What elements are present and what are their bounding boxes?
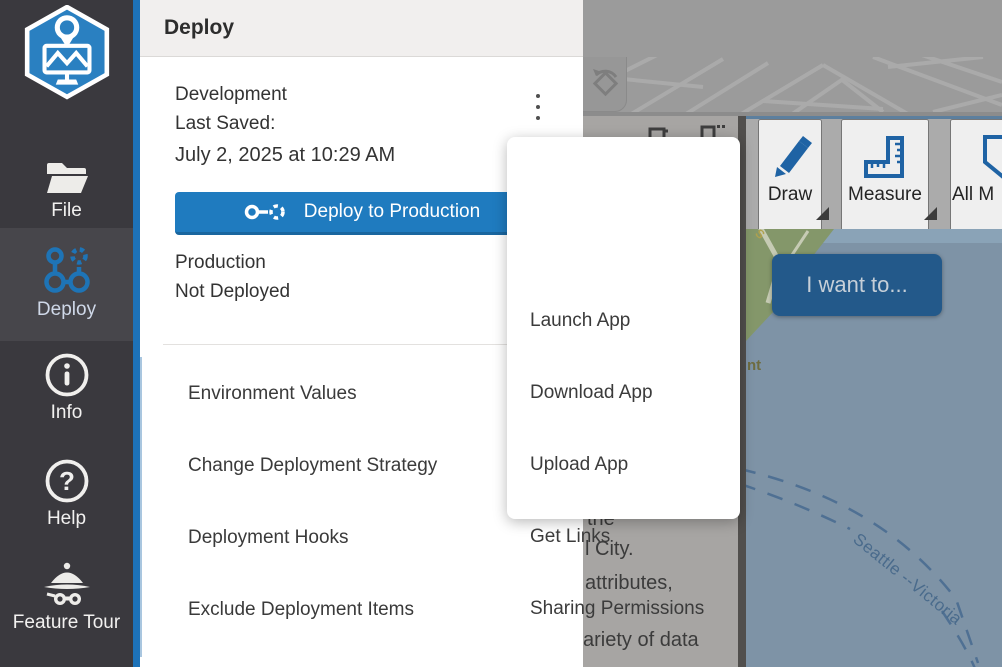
dialog-text-fragment: ariety of data [583,629,699,652]
sidebar-item-file[interactable]: File [0,160,133,228]
sidebar-accent-stripe [133,0,140,667]
menu-item-launch-app[interactable]: Launch App [530,310,630,332]
svg-text:?: ? [59,466,75,496]
menu-item-sharing-permissions[interactable]: Sharing Permissions [530,598,704,620]
draw-flyout-indicator[interactable] [816,207,829,220]
dev-environment-name: Development [175,84,287,106]
panel-separator [163,344,561,345]
menu-item-download-app[interactable]: Download App [530,382,653,404]
deploy-release-icon [244,201,286,223]
kebab-dot [536,94,540,98]
action-exclude-deployment-items[interactable]: Exclude Deployment Items [188,599,414,621]
dialog-text-fragment: attributes, [585,572,673,595]
panel-scrollbar[interactable] [140,357,142,657]
action-change-deployment-strategy[interactable]: Change Deployment Strategy [188,455,437,477]
context-menu: Launch App Download App Upload App Get L… [507,137,740,519]
sidebar-item-label: Deploy [37,299,96,321]
menu-item-upload-app[interactable]: Upload App [530,454,628,476]
sidebar-item-feature-tour[interactable]: Feature Tour [0,560,133,642]
last-saved-label: Last Saved: [175,113,275,135]
kebab-dot [536,116,540,120]
shield-icon [982,134,1002,180]
feature-tour-icon [41,560,93,608]
map-section: Draw Measure [746,116,1002,667]
last-saved-value: July 2, 2025 at 10:29 AM [175,144,395,167]
app-logo[interactable] [19,5,115,101]
all-m-tool-button[interactable]: All M [950,119,1002,232]
rotate-icon [589,67,621,101]
ruler-icon [862,134,908,180]
sidebar-item-label: Info [51,402,83,424]
deploy-nodes-icon [44,245,90,295]
map-toolbar: Draw Measure [746,116,1002,229]
deploy-panel-header: Deploy [140,0,583,57]
deploy-to-production-button[interactable]: Deploy to Production [175,192,549,235]
draw-tool-button[interactable]: Draw [758,119,822,232]
action-deployment-hooks[interactable]: Deployment Hooks [188,527,349,549]
panel-title: Deploy [164,16,234,40]
app-window: the l City. attributes, ariety of data D… [0,0,1002,667]
sidebar-item-label: Help [47,508,86,530]
map-canvas[interactable]: S nt Seattle --Victoria I want to... [746,229,1002,667]
ferry-route-label: Seattle --Victoria [849,529,965,628]
app-logo-icon [19,5,115,101]
measure-flyout-indicator[interactable] [924,207,937,220]
kebab-dot [536,105,540,109]
sidebar-item-label: Feature Tour [13,612,120,634]
tool-label: Draw [768,184,812,206]
tool-label: Measure [848,184,922,206]
sidebar-item-label: File [51,200,82,222]
tool-label: All M [952,184,994,206]
pencil-icon [766,134,814,180]
sidebar-item-help[interactable]: ? Help [0,458,133,536]
measure-tool-button[interactable]: Measure [841,119,929,232]
sidebar-item-info[interactable]: Info [0,352,133,430]
environment-options-kebab-button[interactable] [525,88,551,126]
action-environment-values[interactable]: Environment Values [188,383,357,405]
background-app-header [583,0,1002,57]
info-icon [44,352,90,398]
folder-icon [44,160,90,196]
i-want-to-button[interactable]: I want to... [772,254,942,316]
sidebar-item-deploy[interactable]: Deploy [0,228,133,341]
basemap-streets-strip [583,57,1002,112]
obscured-toolbar-icon [700,125,726,137]
deploy-button-label: Deploy to Production [304,201,480,223]
sidebar: File Deploy Info [0,0,133,667]
obscured-toolbar-icon [648,125,670,137]
i-want-to-label: I want to... [806,272,908,298]
prod-environment-name: Production [175,252,266,274]
map-rotate-widget[interactable] [583,57,627,112]
help-icon: ? [44,458,90,504]
menu-item-get-links[interactable]: Get Links [530,526,610,548]
prod-status: Not Deployed [175,281,290,303]
